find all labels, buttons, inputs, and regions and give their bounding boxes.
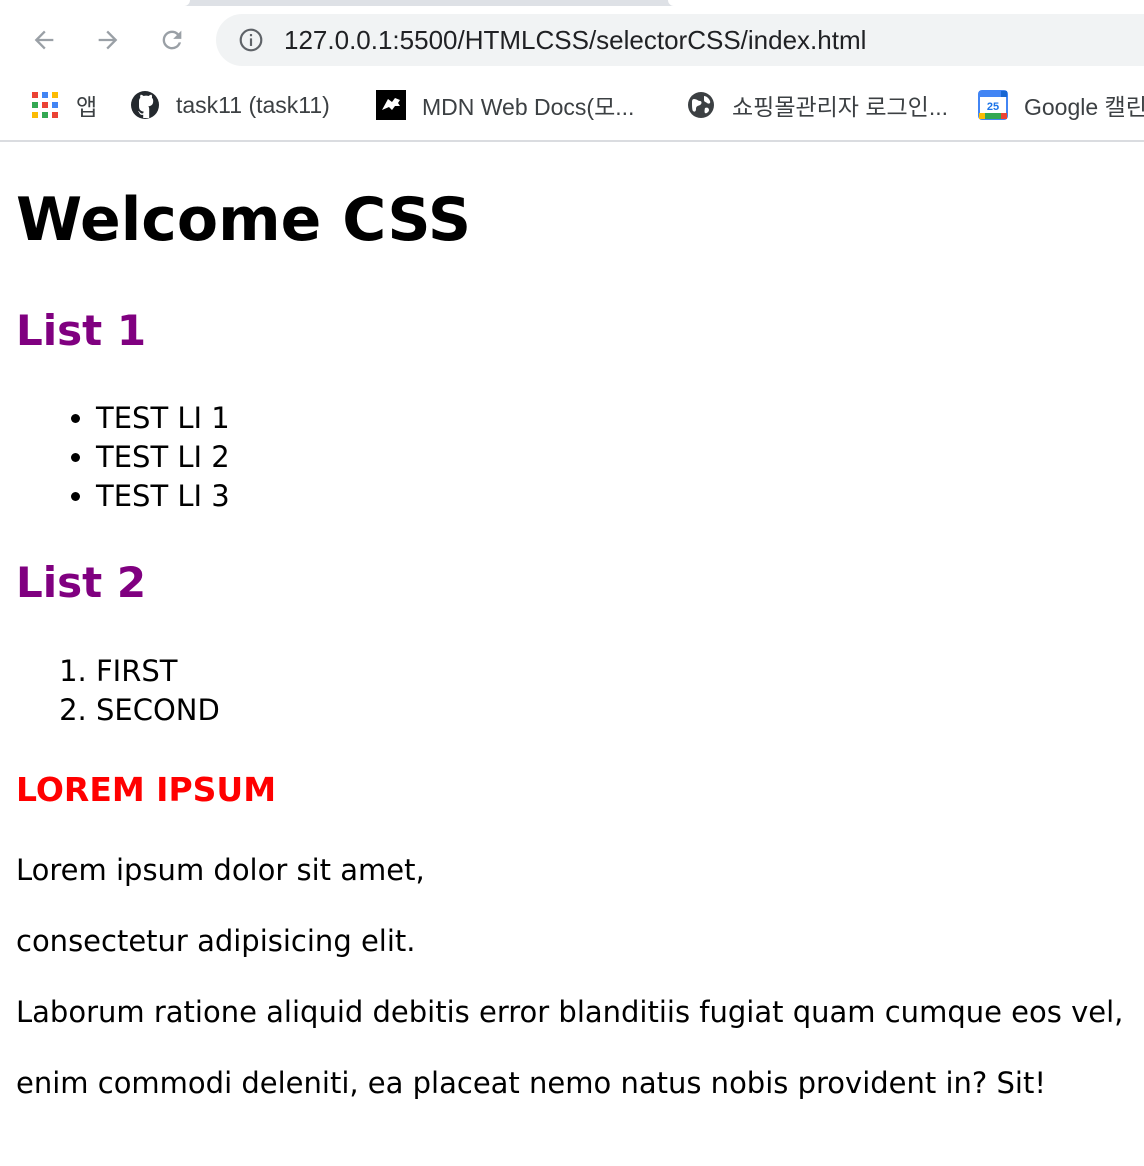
list1-heading: List 1 (16, 306, 147, 355)
list-item: SECOND (96, 691, 220, 730)
forward-button[interactable] (92, 24, 124, 56)
bookmark-label: Google 캘린 (1024, 94, 1144, 120)
bookmark-label: task11 (task11) (176, 91, 330, 118)
list-item: TEST LI 3 (96, 477, 230, 516)
svg-text:25: 25 (987, 101, 999, 113)
bookmark-google-calendar[interactable]: 25 Google 캘린 (978, 88, 1144, 122)
paragraph: Lorem ipsum dolor sit amet, (16, 853, 425, 887)
browser-toolbar: 127.0.0.1:5500/HTMLCSS/selectorCSS/index… (0, 6, 1144, 74)
paragraph: enim commodi deleniti, ea placeat nemo n… (16, 1066, 1046, 1100)
google-calendar-icon: 25 (978, 90, 1008, 120)
list1: TEST LI 1 TEST LI 2 TEST LI 3 (16, 399, 230, 516)
lorem-heading: LOREM IPSUM (16, 770, 277, 809)
address-bar[interactable]: 127.0.0.1:5500/HTMLCSS/selectorCSS/index… (216, 14, 1144, 66)
arrow-left-icon (34, 30, 54, 50)
bookmark-github[interactable]: task11 (task11) (130, 88, 330, 122)
globe-icon (688, 92, 714, 118)
page-title: Welcome CSS (16, 185, 472, 255)
bookmark-label: 쇼핑몰관리자 로그인... (732, 94, 949, 120)
bookmark-label: MDN Web Docs(모... (422, 94, 635, 120)
url-text[interactable]: 127.0.0.1:5500/HTMLCSS/selectorCSS/index… (284, 14, 866, 66)
bookmarks-bar: 앱 task11 (task11) MDN Web Docs(모... 쇼핑몰관… (0, 74, 1144, 142)
back-button[interactable] (28, 24, 60, 56)
apps-grid-icon (32, 92, 58, 118)
paragraph: Laborum ratione aliquid debitis error bl… (16, 995, 1124, 1029)
info-icon[interactable] (238, 27, 264, 53)
bookmark-label: 앱 (76, 94, 98, 120)
mdn-icon (376, 90, 406, 120)
github-icon (131, 91, 159, 119)
bookmark-apps[interactable]: 앱 (30, 88, 97, 122)
list2-heading: List 2 (16, 558, 147, 607)
list-item: TEST LI 2 (96, 438, 230, 477)
reload-icon (162, 30, 182, 50)
reload-button[interactable] (156, 24, 188, 56)
bookmark-mdn[interactable]: MDN Web Docs(모... (376, 88, 634, 122)
list-item: TEST LI 1 (96, 399, 230, 438)
arrow-right-icon (98, 30, 118, 50)
list2: FIRST SECOND (16, 652, 220, 730)
bookmark-shopping-admin[interactable]: 쇼핑몰관리자 로그인... (686, 88, 948, 122)
paragraph: consectetur adipisicing elit. (16, 924, 416, 958)
list-item: FIRST (96, 652, 220, 691)
